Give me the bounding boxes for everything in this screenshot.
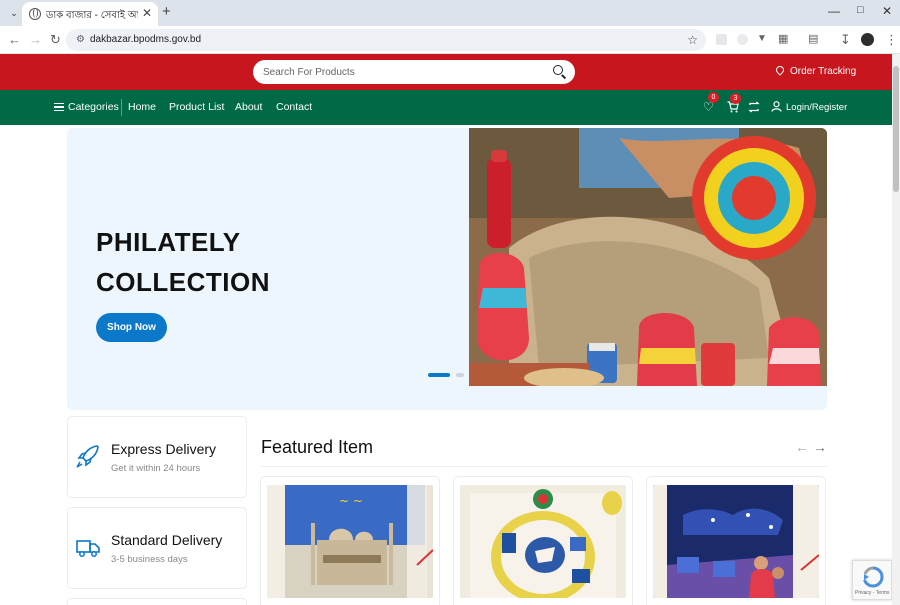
minimize-icon[interactable]: —	[828, 4, 840, 18]
order-tracking-link[interactable]: Order Tracking	[774, 64, 857, 77]
nav-divider	[121, 99, 122, 116]
reading-list-icon[interactable]: ▤	[808, 32, 818, 45]
browser-menu-icon[interactable]: ⋮	[885, 32, 898, 48]
user-icon	[771, 101, 782, 112]
feature-card-partial	[67, 598, 247, 605]
nav-product-list[interactable]: Product List	[169, 101, 224, 113]
address-bar[interactable]: ⚙ dakbazar.bpodms.gov.bd ☆	[66, 29, 706, 51]
browser-tabstrip: ⌄ ডাক বাজার - সেবাই আদর্শ ✕ + — □ ✕	[0, 0, 900, 26]
feature-title: Standard Delivery	[111, 532, 223, 548]
carousel-next-arrow-icon[interactable]: →	[813, 439, 827, 455]
main-nav-bar: Categories Home Product List About Conta…	[0, 90, 892, 125]
hero-banner: PHILATELY COLLECTION Shop Now	[67, 128, 827, 410]
wishlist-button[interactable]: ♡ 0	[703, 92, 719, 113]
hero-title-line2: COLLECTION	[96, 267, 270, 297]
login-register-link[interactable]: Login/Register	[771, 101, 847, 113]
window-close-icon[interactable]: ✕	[882, 4, 892, 18]
product-card[interactable]	[453, 476, 633, 605]
featured-divider	[261, 466, 827, 467]
download-icon[interactable]: ↧	[840, 32, 851, 48]
search-icon[interactable]	[553, 65, 563, 75]
wishlist-count-badge: 0	[708, 92, 719, 103]
order-tracking-label: Order Tracking	[790, 66, 857, 77]
feature-standard-delivery: Standard Delivery 3-5 business days	[67, 507, 247, 589]
profile-avatar[interactable]	[861, 33, 874, 46]
location-pin-icon	[774, 64, 786, 76]
hero-title-line1: PHILATELY	[96, 227, 241, 257]
product-image-digital-stamp	[653, 485, 819, 598]
truck-icon	[76, 540, 100, 557]
svg-text:~ ~: ~ ~	[339, 494, 363, 508]
compare-button[interactable]	[748, 101, 760, 115]
reload-icon[interactable]: ↻	[50, 32, 61, 48]
featured-heading: Featured Item	[261, 437, 374, 457]
search-box	[253, 60, 575, 84]
feature-express-delivery: Express Delivery Get it within 24 hours	[67, 416, 247, 498]
extension-icon[interactable]	[737, 34, 748, 45]
url-text[interactable]: dakbazar.bpodms.gov.bd	[90, 34, 201, 45]
hero-pottery-image	[469, 128, 827, 386]
browser-tab[interactable]: ডাক বাজার - সেবাই আদর্শ ✕	[22, 2, 158, 26]
top-header-bar: Order Tracking	[0, 54, 892, 90]
recaptcha-badge[interactable]: Privacy - Terms	[852, 560, 892, 600]
recaptcha-icon	[863, 566, 884, 588]
tab-close-icon[interactable]: ✕	[142, 6, 152, 20]
product-image-mosque-stamp: ~ ~	[267, 485, 433, 598]
nav-contact[interactable]: Contact	[276, 101, 312, 113]
product-image-economic-stamp	[460, 485, 626, 598]
bookmark-star-icon[interactable]: ☆	[687, 33, 698, 47]
login-label: Login/Register	[786, 102, 848, 113]
forward-icon[interactable]: →	[29, 32, 42, 47]
slider-dot[interactable]	[456, 373, 464, 377]
feature-title: Express Delivery	[111, 441, 217, 457]
rocket-icon	[76, 445, 99, 468]
search-input[interactable]	[263, 64, 543, 80]
hero-title: PHILATELY COLLECTION	[96, 222, 270, 302]
site-info-icon[interactable]: ⚙	[76, 34, 85, 45]
feature-subtitle: Get it within 24 hours	[111, 463, 201, 474]
carousel-prev-arrow-icon[interactable]: ←	[795, 439, 809, 455]
maximize-icon[interactable]: □	[857, 4, 864, 16]
extension-v-icon[interactable]: ▼	[757, 33, 767, 44]
product-card[interactable]	[646, 476, 826, 605]
tab-title: ডাক বাজার - সেবাই আদর্শ	[46, 10, 138, 21]
browser-toolbar: ← → ↻ ⚙ dakbazar.bpodms.gov.bd ☆ ▼ ▦ ▤ ↧…	[0, 26, 900, 54]
nav-about[interactable]: About	[235, 101, 262, 113]
slider-dot-active[interactable]	[428, 373, 450, 377]
cart-button[interactable]: 3	[727, 93, 741, 115]
back-icon[interactable]: ←	[8, 32, 21, 47]
page-scrollbar[interactable]	[892, 54, 900, 605]
compare-icon	[748, 101, 760, 113]
new-tab-icon[interactable]: +	[162, 4, 171, 20]
product-card[interactable]: ~ ~	[260, 476, 440, 605]
globe-icon	[29, 8, 41, 20]
shop-now-button[interactable]: Shop Now	[96, 313, 167, 342]
extension-icon[interactable]	[716, 34, 727, 45]
hamburger-menu-icon	[54, 103, 64, 111]
scrollbar-thumb[interactable]	[893, 66, 899, 192]
extensions-puzzle-icon[interactable]: ▦	[778, 32, 788, 45]
cart-count-badge: 3	[730, 93, 741, 104]
recaptcha-privacy-terms[interactable]: Privacy - Terms	[855, 590, 889, 596]
feature-subtitle: 3-5 business days	[111, 554, 188, 565]
nav-home[interactable]: Home	[128, 101, 156, 113]
categories-menu[interactable]: Categories	[54, 101, 119, 113]
categories-label: Categories	[68, 101, 119, 113]
tab-list-chevron-icon[interactable]: ⌄	[6, 5, 22, 21]
